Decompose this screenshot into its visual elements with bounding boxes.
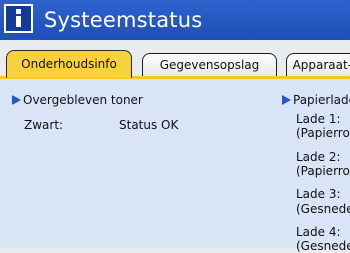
content-panel: Overgebleven toner Zwart: Status OK Papi… [0,79,350,253]
tab-bar: Onderhoudsinfo Gegevensopslag Apparaat-a [0,40,350,79]
toner-black-status: Status OK [119,118,179,132]
tray-detail: (Papierrol 1 [296,126,350,140]
tray-detail: (Gesneden [296,202,350,216]
page-title: Systeemstatus [44,8,203,32]
title-bar: Systeemstatus [0,0,350,41]
tray-name: Lade 4: [296,225,341,239]
toner-section-heading: Overgebleven toner [12,93,143,107]
triangle-bullet-icon [12,95,21,105]
triangle-bullet-icon [282,95,291,105]
toner-heading-label: Overgebleven toner [23,93,143,107]
paper-heading-label: Papierlade [293,93,350,107]
toner-black-label: Zwart: [24,118,64,132]
info-icon [4,4,33,33]
paper-section-heading: Papierlade [282,93,350,107]
tray-detail: (Papierrol 2 [296,164,350,178]
tab-apparaat[interactable]: Apparaat-a [286,53,350,77]
tray-name: Lade 3: [296,187,341,201]
tray-detail: (Gesneden [296,239,350,253]
tab-onderhoudsinfo[interactable]: Onderhoudsinfo [6,50,132,78]
tab-gegevensopslag[interactable]: Gegevensopslag [142,53,277,77]
tray-name: Lade 2: [296,150,341,164]
tray-name: Lade 1: [296,112,341,126]
